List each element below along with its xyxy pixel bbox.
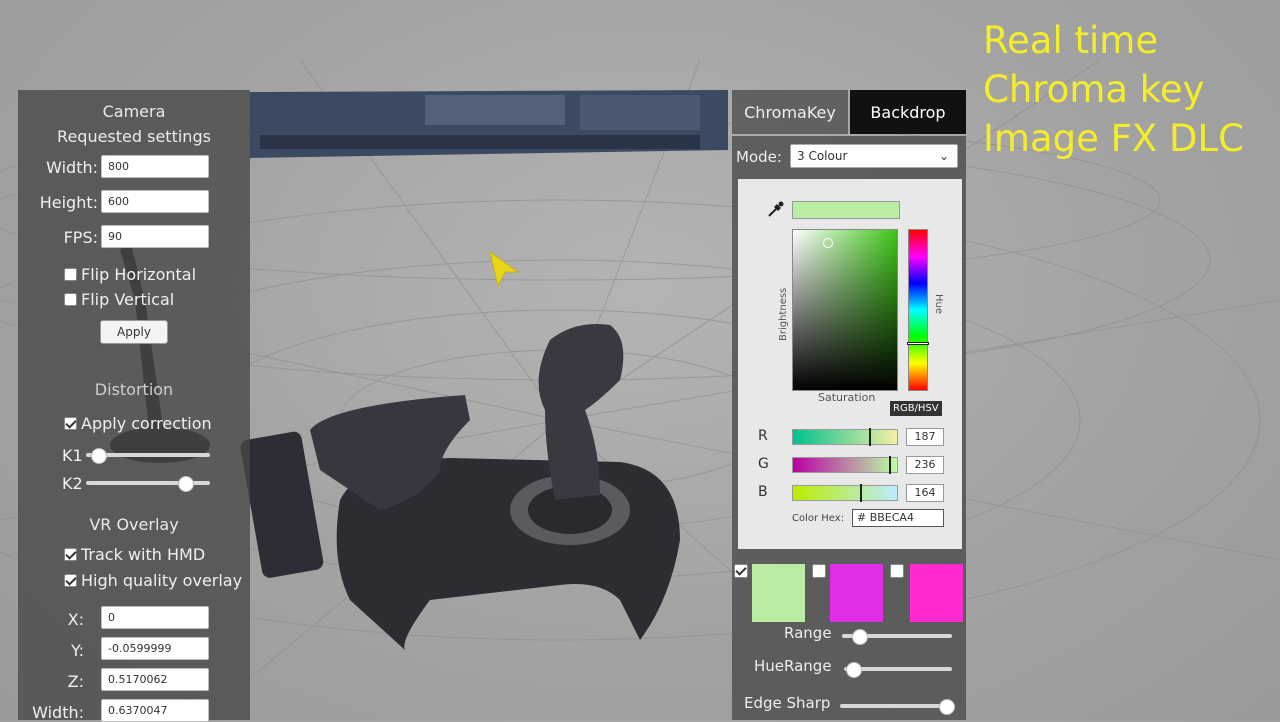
key-color-1-swatch[interactable] xyxy=(752,564,805,622)
sv-cursor[interactable] xyxy=(823,238,833,248)
flip-vertical-checkbox[interactable] xyxy=(64,293,77,306)
flip-vertical-label: Flip Vertical xyxy=(81,290,174,309)
color-hex-input[interactable]: # BBECA4 xyxy=(852,509,944,527)
chevron-down-icon: ⌄ xyxy=(939,145,949,167)
mode-label: Mode: xyxy=(736,148,782,166)
flip-horizontal-checkbox[interactable] xyxy=(64,268,77,281)
overlay-width-input[interactable]: 0.6370047 xyxy=(101,699,209,722)
g-value[interactable]: 236 xyxy=(906,456,944,474)
r-value[interactable]: 187 xyxy=(906,428,944,446)
camera-fps-input[interactable]: 90 xyxy=(101,225,209,248)
camera-height-input[interactable]: 600 xyxy=(101,190,209,213)
b-channel-slider[interactable] xyxy=(792,485,898,501)
camera-width-input[interactable]: 800 xyxy=(101,155,209,178)
pointer-cursor-icon xyxy=(488,250,522,290)
tab-chromakey[interactable]: ChromaKey xyxy=(732,90,848,134)
r-label: R xyxy=(758,428,768,444)
edge-sharp-slider-knob[interactable] xyxy=(939,699,955,715)
color-picker: Brightness Hue Saturation RGB/HSV R 187 … xyxy=(738,179,962,549)
overlay-title-line-2: Chroma key xyxy=(983,65,1244,114)
overlay-z-input[interactable]: 0.5170062 xyxy=(101,668,209,691)
y-label: Y: xyxy=(4,641,84,660)
x-label: X: xyxy=(4,610,84,629)
apply-correction-checkbox[interactable] xyxy=(64,417,77,430)
chroma-key-panel: ChromaKey Backdrop Mode: 3 Colour ⌄ Brig… xyxy=(732,90,966,720)
range-label: Range xyxy=(784,624,832,642)
hue-range-slider-knob[interactable] xyxy=(846,662,862,678)
saturation-brightness-area[interactable] xyxy=(792,229,898,391)
range-slider-knob[interactable] xyxy=(852,629,868,645)
g-channel-marker[interactable] xyxy=(889,456,891,474)
overlay-title-line-1: Real time xyxy=(983,16,1244,65)
width-label: Width: xyxy=(18,158,98,177)
mode-dropdown[interactable]: 3 Colour ⌄ xyxy=(790,144,958,168)
g-label: G xyxy=(758,456,769,472)
requested-settings-subheading: Requested settings xyxy=(18,127,250,146)
high-quality-label: High quality overlay xyxy=(81,571,242,590)
flip-horizontal-row[interactable]: Flip Horizontal xyxy=(64,265,196,284)
eyedropper-icon[interactable] xyxy=(766,199,786,219)
fps-label: FPS: xyxy=(18,228,98,247)
key-color-2-checkbox[interactable] xyxy=(812,564,826,578)
overlay-title-line-3: Image FX DLC xyxy=(983,114,1244,163)
high-quality-checkbox[interactable] xyxy=(64,574,77,587)
captured-monitor-image xyxy=(250,90,728,158)
apply-button[interactable]: Apply xyxy=(100,320,168,344)
k2-slider-knob[interactable] xyxy=(178,476,194,492)
z-label: Z: xyxy=(4,672,84,691)
edge-sharp-slider[interactable] xyxy=(840,704,946,708)
key-color-3-swatch[interactable] xyxy=(910,564,963,622)
tab-backdrop[interactable]: Backdrop xyxy=(850,90,966,134)
flip-horizontal-label: Flip Horizontal xyxy=(81,265,196,284)
range-slider[interactable] xyxy=(842,634,952,638)
k2-slider[interactable] xyxy=(86,481,210,485)
overlay-width-label: Width: xyxy=(4,703,84,722)
apply-correction-label: Apply correction xyxy=(81,414,212,433)
high-quality-row[interactable]: High quality overlay xyxy=(64,571,242,590)
track-hmd-row[interactable]: Track with HMD xyxy=(64,545,205,564)
track-hmd-label: Track with HMD xyxy=(81,545,205,564)
overlay-title: Real time Chroma key Image FX DLC xyxy=(983,16,1244,163)
distortion-heading: Distortion xyxy=(18,380,250,399)
flip-vertical-row[interactable]: Flip Vertical xyxy=(64,290,174,309)
overlay-x-input[interactable]: 0 xyxy=(101,606,209,629)
b-value[interactable]: 164 xyxy=(906,484,944,502)
b-channel-marker[interactable] xyxy=(860,484,862,502)
hue-range-slider[interactable] xyxy=(844,667,952,671)
key-color-1-checkbox[interactable] xyxy=(734,564,748,578)
hue-label: Hue xyxy=(933,294,944,314)
vr-overlay-heading: VR Overlay xyxy=(18,515,250,534)
edge-sharp-label: Edge Sharp xyxy=(744,694,830,712)
track-hmd-checkbox[interactable] xyxy=(64,548,77,561)
hue-marker[interactable] xyxy=(907,342,929,345)
rgb-hsv-toggle[interactable]: RGB/HSV xyxy=(890,401,942,416)
key-color-2-swatch[interactable] xyxy=(830,564,883,622)
selected-color-preview xyxy=(792,201,900,219)
key-color-3-checkbox[interactable] xyxy=(890,564,904,578)
saturation-label: Saturation xyxy=(818,391,875,404)
b-label: B xyxy=(758,484,768,500)
color-hex-label: Color Hex: xyxy=(792,513,844,524)
joystick-image xyxy=(239,324,680,650)
k1-label: K1 xyxy=(62,446,83,465)
hue-range-label: HueRange xyxy=(754,657,832,675)
camera-heading: Camera xyxy=(18,102,250,121)
k1-slider-knob[interactable] xyxy=(91,448,107,464)
height-label: Height: xyxy=(18,193,98,212)
camera-settings-panel: Camera Requested settings Width: 800 Hei… xyxy=(18,90,250,720)
overlay-y-input[interactable]: -0.0599999 xyxy=(101,637,209,660)
brightness-label: Brightness xyxy=(778,288,789,341)
mode-dropdown-value: 3 Colour xyxy=(797,149,847,163)
r-channel-slider[interactable] xyxy=(792,429,898,445)
hue-slider[interactable] xyxy=(908,229,928,391)
r-channel-marker[interactable] xyxy=(869,428,871,446)
k1-slider[interactable] xyxy=(86,453,210,457)
backdrop-settings: Mode: 3 Colour ⌄ Brightness Hue Saturati… xyxy=(732,136,966,720)
k2-label: K2 xyxy=(62,474,83,493)
g-channel-slider[interactable] xyxy=(792,457,898,473)
apply-correction-row[interactable]: Apply correction xyxy=(64,414,212,433)
